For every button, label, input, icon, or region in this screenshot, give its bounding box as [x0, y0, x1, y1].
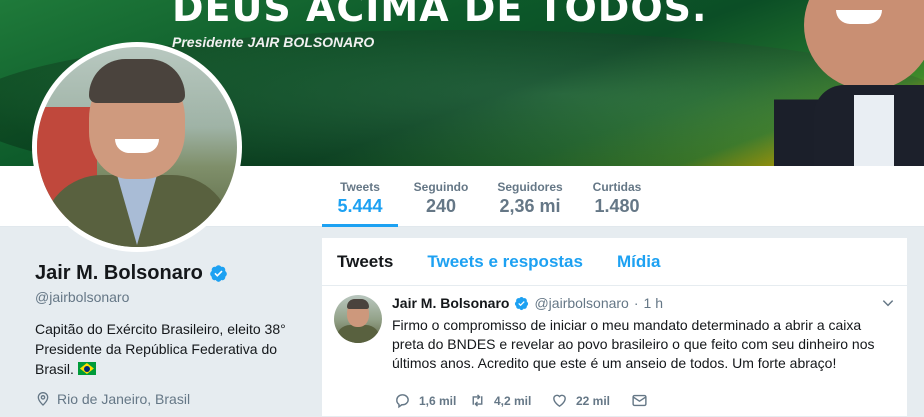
- profile-bio-text: Capitão do Exército Brasileiro, eleito 3…: [35, 321, 286, 377]
- like-button[interactable]: 22 mil: [551, 392, 631, 409]
- nav-followers-label: Seguidores: [497, 180, 563, 194]
- banner-portrait: [774, 0, 924, 166]
- profile-avatar[interactable]: [32, 42, 242, 252]
- timeline: Tweets Tweets e respostas Mídia Jair M. …: [321, 237, 908, 417]
- nav-likes-count: 1.480: [594, 196, 640, 216]
- direct-message-icon: [632, 394, 647, 407]
- like-count: 22 mil: [576, 393, 611, 408]
- profile-bio: Capitão do Exército Brasileiro, eleito 3…: [35, 319, 297, 379]
- banner-subtitle: Presidente JAIR BOLSONARO: [172, 34, 375, 50]
- nav-following[interactable]: Seguindo 240: [406, 166, 476, 227]
- tweet-author-handle[interactable]: @jairbolsonaro: [534, 295, 628, 311]
- direct-message-button[interactable]: [631, 392, 648, 409]
- reply-icon: [396, 394, 409, 409]
- nav-followers-count: 2,36 mi: [499, 196, 561, 216]
- tab-tweets-replies[interactable]: Tweets e respostas: [427, 252, 583, 272]
- verified-badge-icon: [515, 296, 529, 310]
- location-pin-icon: [37, 392, 49, 406]
- reply-button[interactable]: 1,6 mil: [394, 392, 469, 409]
- retweet-button[interactable]: 4,2 mil: [469, 392, 551, 409]
- tab-tweets[interactable]: Tweets: [337, 252, 393, 272]
- timeline-tabs: Tweets Tweets e respostas Mídia: [322, 238, 907, 286]
- tweet-avatar[interactable]: [334, 295, 382, 343]
- tweet-actions: 1,6 mil 4,2 mil 22 mil: [394, 392, 648, 409]
- banner-slogan: DEUS ACIMA DE TODOS.: [172, 0, 708, 30]
- profile-location: Rio de Janeiro, Brasil: [35, 391, 305, 407]
- tweet-separator: ·: [633, 295, 639, 311]
- nav-followers[interactable]: Seguidores 2,36 mi: [492, 166, 568, 227]
- nav-likes[interactable]: Curtidas 1.480: [586, 166, 648, 227]
- profile-handle: @jairbolsonaro: [35, 289, 130, 305]
- nav-tweets-label: Tweets: [340, 180, 380, 194]
- avatar-image: [37, 47, 237, 247]
- profile-name[interactable]: Jair M. Bolsonaro: [35, 262, 203, 285]
- nav-following-label: Seguindo: [413, 180, 469, 194]
- nav-likes-label: Curtidas: [592, 180, 642, 194]
- verified-badge-icon: [210, 265, 227, 282]
- nav-tweets-count: 5.444: [337, 196, 383, 216]
- tweet-header: Jair M. Bolsonaro @jairbolsonaro · 1 h: [392, 295, 663, 311]
- profile-location-text: Rio de Janeiro, Brasil: [57, 391, 191, 407]
- chevron-down-icon[interactable]: [881, 296, 895, 310]
- retweet-icon: [472, 394, 483, 407]
- tweet-timestamp[interactable]: 1 h: [644, 295, 663, 311]
- reply-count: 1,6 mil: [419, 393, 457, 408]
- profile-name-row: Jair M. Bolsonaro: [35, 262, 305, 285]
- like-icon: [553, 394, 566, 408]
- tab-media[interactable]: Mídia: [617, 252, 660, 272]
- tweet-author-name[interactable]: Jair M. Bolsonaro: [392, 295, 509, 311]
- tweet[interactable]: Jair M. Bolsonaro @jairbolsonaro · 1 h F…: [322, 286, 907, 416]
- profile-card: Jair M. Bolsonaro @jairbolsonaro Capitão…: [35, 262, 305, 407]
- brazil-flag-icon: [77, 362, 96, 375]
- tweet-text: Firmo o compromisso de iniciar o meu man…: [392, 317, 875, 371]
- nav-following-count: 240: [425, 196, 457, 216]
- nav-tweets[interactable]: Tweets 5.444: [322, 166, 398, 227]
- retweet-count: 4,2 mil: [494, 393, 532, 408]
